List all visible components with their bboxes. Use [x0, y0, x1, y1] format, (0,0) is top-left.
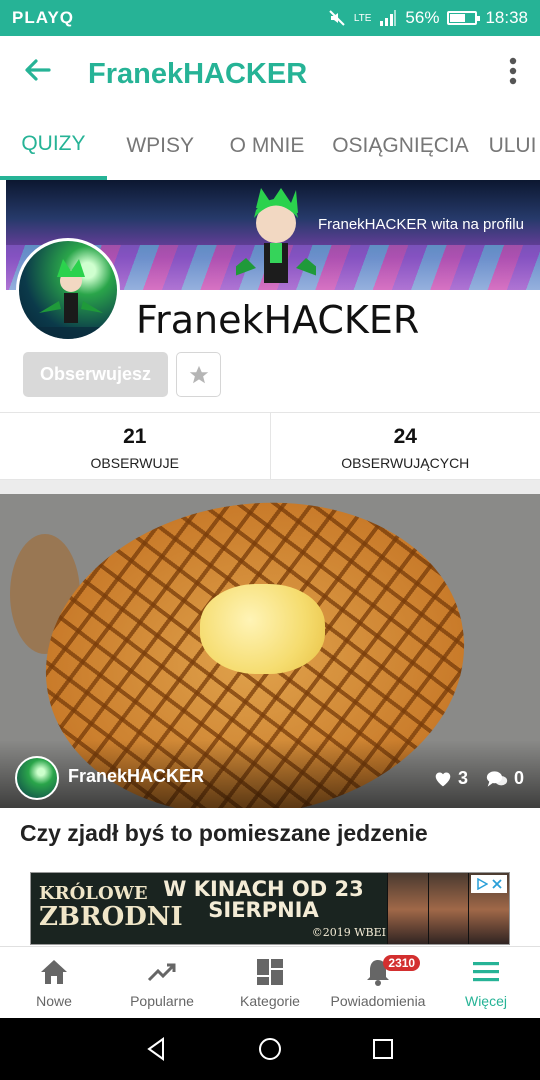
- star-icon: [189, 365, 208, 383]
- home-icon: [41, 959, 67, 984]
- menu-icon: [473, 961, 499, 981]
- card-author-avatar[interactable]: [15, 756, 59, 800]
- nav-label-kategorie: Kategorie: [240, 992, 300, 1009]
- ad-brand-line2: ZBRODNI: [39, 902, 183, 933]
- banner-character-image: [236, 188, 316, 283]
- recents-square-icon[interactable]: [369, 1035, 397, 1063]
- tab-o-mnie[interactable]: O MNIE: [214, 112, 321, 180]
- home-circle-icon[interactable]: [256, 1035, 284, 1063]
- battery-percent: 56%: [405, 8, 440, 27]
- followers-label: OBSERWUJĄCYCH: [341, 455, 470, 471]
- card-author-name[interactable]: FranekHACKER: [68, 766, 204, 787]
- mute-icon: [329, 10, 345, 26]
- section-divider: [0, 480, 540, 494]
- favorite-button[interactable]: [176, 352, 221, 397]
- ad-copyright: ©2019 WBEI: [311, 926, 386, 939]
- app-bar: FranekHACKER: [0, 36, 540, 112]
- profile-tabs: QUIZY WPISY O MNIE OSIĄGNIĘCIA ULUI: [0, 112, 540, 180]
- bottom-navigation: Nowe Popularne Kategorie 2310 Powiadomie…: [0, 946, 540, 1018]
- nav-label-wiecej: Więcej: [464, 992, 507, 1009]
- status-bar: PLAYQ LTE 56% 18:38: [0, 0, 540, 36]
- banner-caption: FranekHACKER wita na profilu: [318, 216, 524, 233]
- card-stats: 3 0: [434, 768, 524, 789]
- clock: 18:38: [485, 8, 528, 27]
- profile-avatar[interactable]: [16, 238, 120, 342]
- avatar-image: [19, 259, 117, 339]
- system-navigation-bar: [0, 1018, 540, 1080]
- following-label: OBSERWUJE: [90, 455, 179, 471]
- likes-count: 3: [457, 768, 468, 788]
- nav-item-popularne[interactable]: Popularne: [108, 947, 216, 1018]
- nav-label-powiadomienia: Powiadomienia: [330, 992, 426, 1009]
- followers-stat[interactable]: 24 OBSERWUJĄCYCH: [269, 413, 540, 479]
- ad-promo: W KINACH OD 23 SIERPNIA ©2019 WBEI: [141, 877, 386, 939]
- battery-icon: [447, 11, 481, 25]
- likes-stat[interactable]: 3: [434, 768, 468, 789]
- nav-label-popularne: Popularne: [130, 992, 194, 1009]
- comments-count: 0: [513, 768, 524, 788]
- more-options-icon[interactable]: [508, 56, 518, 92]
- tab-ulubione[interactable]: ULUI: [481, 112, 540, 180]
- following-stat[interactable]: 21 OBSERWUJE: [0, 413, 270, 479]
- network-type: LTE: [353, 12, 372, 24]
- quiz-title[interactable]: Czy zjadł byś to pomieszane jedzenie: [20, 820, 428, 847]
- status-icons: LTE 56% 18:38: [328, 8, 528, 28]
- categories-icon: [257, 958, 283, 985]
- notification-badge: 2310: [383, 955, 421, 971]
- ad-close-icon[interactable]: [492, 879, 502, 889]
- nav-label-nowe: Nowe: [36, 992, 72, 1009]
- profile-stats: 21 OBSERWUJE 24 OBSERWUJĄCYCH: [0, 412, 540, 480]
- ad-promo-text: W KINACH OD 23 SIERPNIA: [163, 877, 364, 922]
- comments-icon: [486, 770, 508, 787]
- profile-username: FranekHACKER: [136, 298, 420, 342]
- ad-choices-icon[interactable]: [471, 875, 507, 893]
- back-triangle-icon[interactable]: [143, 1035, 171, 1063]
- nav-item-kategorie[interactable]: Kategorie: [216, 947, 324, 1018]
- comments-stat[interactable]: 0: [486, 768, 524, 789]
- tab-wpisy[interactable]: WPISY: [107, 112, 214, 180]
- heart-icon: [435, 771, 451, 786]
- trending-icon: [147, 963, 176, 981]
- tab-quizy[interactable]: QUIZY: [0, 112, 107, 180]
- followers-count: 24: [393, 425, 417, 448]
- nav-item-wiecej[interactable]: Więcej: [432, 947, 540, 1018]
- butter-image: [200, 584, 325, 674]
- nav-item-powiadomienia[interactable]: 2310 Powiadomienia: [324, 947, 432, 1018]
- nav-item-nowe[interactable]: Nowe: [0, 947, 108, 1018]
- follow-button[interactable]: Obserwujesz: [23, 352, 168, 397]
- page-title: FranekHACKER: [88, 57, 308, 90]
- ad-banner[interactable]: KRÓLOWE ZBRODNI W KINACH OD 23 SIERPNIA …: [30, 872, 510, 945]
- carrier-label: PLAYQ: [12, 8, 75, 27]
- signal-icon: [380, 10, 397, 26]
- following-count: 21: [123, 425, 147, 448]
- back-arrow-icon[interactable]: [22, 55, 62, 94]
- ad-brand: KRÓLOWE ZBRODNI: [31, 885, 183, 933]
- tab-osiagniecia[interactable]: OSIĄGNIĘCIA: [320, 112, 480, 180]
